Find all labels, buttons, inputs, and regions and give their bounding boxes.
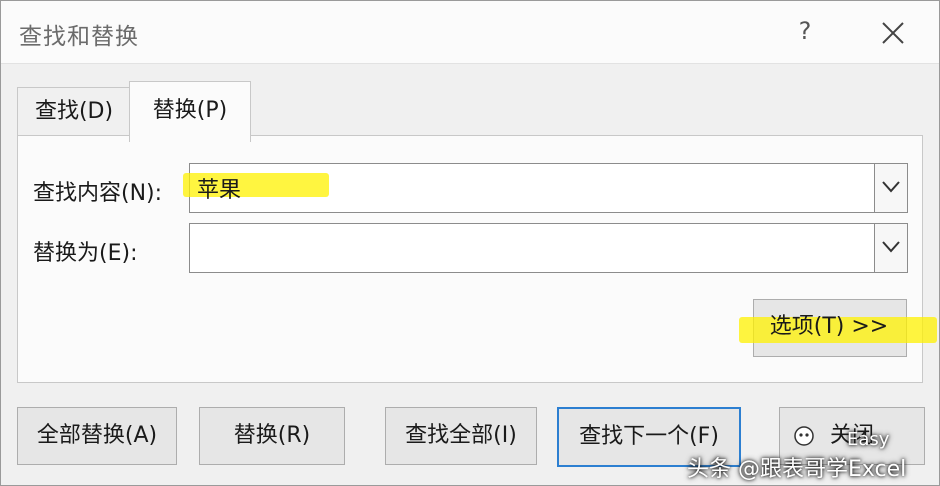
find-what-value: 苹果 bbox=[197, 178, 242, 203]
replace-dropdown-button[interactable] bbox=[874, 223, 908, 273]
replace-button[interactable]: 替换(R) bbox=[199, 407, 345, 465]
dialog-title: 查找和替换 bbox=[19, 24, 139, 50]
chevron-down-icon bbox=[882, 181, 900, 193]
title-bar: 查找和替换 ? bbox=[1, 1, 939, 64]
tab-find[interactable]: 查找(D) bbox=[17, 87, 131, 136]
find-replace-dialog: 查找和替换 ? 查找(D) 替换(P) 查找内容(N): 苹果 替换为(E): … bbox=[0, 0, 940, 486]
watermark-text: 头条 @跟表哥学Excel bbox=[687, 457, 907, 482]
chevron-down-icon bbox=[882, 241, 900, 253]
help-button[interactable]: ? bbox=[787, 13, 823, 49]
replace-all-button[interactable]: 全部替换(A) bbox=[17, 407, 177, 465]
find-dropdown-button[interactable] bbox=[874, 163, 908, 213]
replace-with-combobox[interactable] bbox=[189, 223, 908, 273]
close-icon[interactable] bbox=[873, 13, 913, 53]
options-button-label: 选项(T) >> bbox=[769, 314, 889, 339]
watermark-logo-icon bbox=[794, 426, 814, 446]
watermark-easy: Easy bbox=[847, 429, 890, 450]
tab-replace[interactable]: 替换(P) bbox=[129, 81, 251, 142]
replace-with-label: 替换为(E): bbox=[33, 241, 138, 266]
find-all-button[interactable]: 查找全部(I) bbox=[385, 407, 537, 465]
find-what-label: 查找内容(N): bbox=[33, 181, 163, 206]
